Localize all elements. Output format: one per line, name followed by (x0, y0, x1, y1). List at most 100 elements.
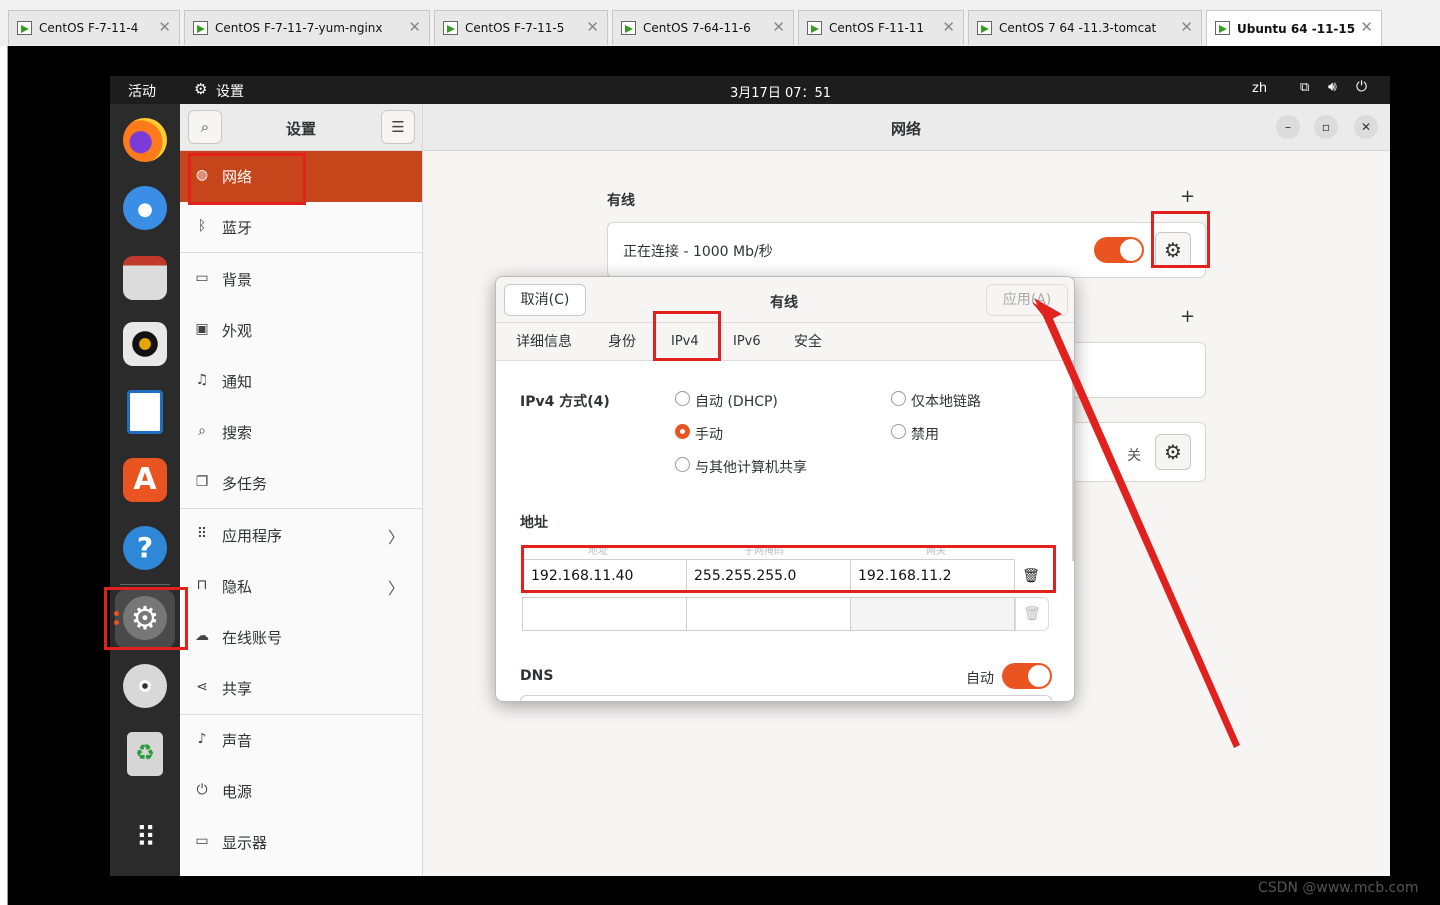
address-input-empty[interactable] (522, 597, 687, 631)
settings-sidebar: ◍ 网络 ᛒ 蓝牙 ▭ 背景 ▣ 外观 ♫ 通知 ⌕ 搜索 ❐ 多任务 ⠿ 应用程序〉 ⊓ 隐私〉… (180, 151, 423, 876)
files-icon[interactable] (123, 256, 167, 300)
trash-icon[interactable]: ♻ (127, 732, 163, 776)
chevron-right-icon: 〉 (387, 579, 404, 598)
help-icon[interactable]: ? (123, 526, 167, 570)
annotation-box (188, 153, 306, 205)
radio-link-local-label: 仅本地链路 (911, 394, 981, 410)
sidebar-item-displays[interactable]: ▭ 显示器 (180, 817, 422, 868)
gateway-input-empty[interactable] (850, 597, 1015, 631)
rhythmbox-icon[interactable] (123, 322, 167, 366)
vm-icon (1215, 21, 1230, 35)
page-title: 网络 (891, 120, 922, 138)
vm-tab[interactable]: CentOS 7-64-11-6 ✕ (612, 10, 794, 45)
radio-manual[interactable] (675, 424, 690, 439)
sidebar-item-multitasking[interactable]: ❐ 多任务 (180, 458, 422, 509)
radio-disabled[interactable] (891, 424, 906, 439)
tab-ipv6[interactable]: IPv6 (733, 323, 761, 361)
sidebar-item-applications[interactable]: ⠿ 应用程序〉 (180, 510, 422, 561)
close-icon[interactable]: ✕ (586, 18, 599, 36)
share-icon: ⋖ (196, 679, 208, 695)
tab-security[interactable]: 安全 (794, 323, 822, 361)
sidebar-item-notifications[interactable]: ♫ 通知 (180, 356, 422, 407)
clock[interactable]: 3月17日 07：51 (730, 82, 831, 101)
sidebar-title: 设置 (286, 120, 317, 138)
network-icon[interactable]: ⧉ (1300, 80, 1309, 95)
dock: A ? ⚙ ♻ ⠿ (110, 104, 180, 876)
sidebar-item-background[interactable]: ▭ 背景 (180, 254, 422, 305)
vm-tab[interactable]: CentOS F-11-11 ✕ (798, 10, 964, 45)
writer-icon[interactable] (127, 390, 163, 434)
sidebar-item-privacy[interactable]: ⊓ 隐私〉 (180, 561, 422, 612)
close-icon[interactable]: ✕ (408, 18, 421, 36)
close-icon[interactable]: ✕ (158, 18, 171, 36)
vm-tab[interactable]: CentOS F-7-11-7-yum-nginx ✕ (184, 10, 430, 45)
close-icon[interactable]: ✕ (772, 18, 785, 36)
sidebar-item-sound[interactable]: ♪ 声音 (180, 715, 422, 766)
power-icon[interactable]: ⏻ (1356, 79, 1367, 95)
search-button[interactable]: ⌕ (188, 110, 222, 144)
radio-link-local[interactable] (891, 391, 906, 406)
chevron-right-icon: 〉 (387, 528, 404, 547)
close-button[interactable]: ✕ (1354, 115, 1378, 139)
menu-button[interactable]: ☰ (381, 110, 415, 144)
dvd-icon[interactable] (123, 664, 167, 708)
close-icon[interactable]: ✕ (1180, 18, 1193, 36)
sidebar-item-online-accounts[interactable]: ☁ 在线账号 (180, 612, 422, 663)
maximize-button[interactable]: ▫ (1314, 115, 1338, 139)
address-heading: 地址 (520, 515, 548, 531)
app-grid-icon[interactable]: ⠿ (123, 816, 167, 860)
vm-tab[interactable]: CentOS 7 64 -11.3-tomcat ✕ (968, 10, 1202, 45)
appearance-icon: ▣ (195, 321, 209, 337)
lock-icon: ⊓ (196, 577, 208, 593)
minimize-button[interactable]: – (1276, 115, 1300, 139)
dns-field[interactable] (520, 695, 1052, 701)
cancel-button[interactable]: 取消(C) (504, 284, 586, 316)
add-wired-button[interactable]: + (1180, 186, 1195, 207)
search-icon: ⌕ (198, 423, 206, 439)
sidebar-item-bluetooth[interactable]: ᛒ 蓝牙 (180, 202, 422, 253)
dns-auto-label: 自动 (966, 671, 994, 687)
annotation-box (1151, 211, 1210, 268)
wired-toggle[interactable] (1094, 237, 1144, 263)
vm-tab-strip: CentOS F-7-11-4 ✕ CentOS F-7-11-7-yum-ngi… (0, 0, 1440, 46)
radio-shared[interactable] (675, 457, 690, 472)
vm-tab-active[interactable]: Ubuntu 64 -11-15 ✕ (1206, 10, 1382, 46)
hamburger-icon: ☰ (391, 118, 405, 136)
sidebar-item-search[interactable]: ⌕ 搜索 (180, 407, 422, 458)
volume-icon[interactable]: 🔊︎ (1328, 79, 1337, 95)
radio-disabled-label: 禁用 (911, 427, 939, 443)
radio-dhcp[interactable] (675, 391, 690, 406)
dialog-title: 有线 (770, 295, 798, 311)
display-icon: ▭ (195, 833, 209, 849)
dns-label: DNS (520, 668, 554, 684)
cloud-icon: ☁ (195, 628, 209, 644)
tab-details[interactable]: 详细信息 (516, 323, 572, 361)
close-icon[interactable]: ✕ (1360, 18, 1373, 36)
tab-identity[interactable]: 身份 (608, 323, 636, 361)
radio-dhcp-label: 自动 (DHCP) (695, 394, 778, 410)
close-icon[interactable]: ✕ (942, 18, 955, 36)
power-icon: ⏻ (196, 782, 208, 798)
watermark: CSDN @www.mcb.com (1258, 880, 1419, 896)
firefox-icon[interactable] (123, 118, 167, 162)
annotation-box (521, 545, 1056, 593)
sidebar-item-appearance[interactable]: ▣ 外观 (180, 305, 422, 356)
vm-icon (443, 21, 458, 35)
app-center-icon[interactable]: A (123, 458, 167, 502)
activities-button[interactable]: 活动 (128, 81, 156, 101)
app-menu[interactable]: 设置 (216, 81, 244, 101)
search-icon: ⌕ (200, 118, 210, 136)
annotation-arrow (1032, 298, 1240, 748)
input-method[interactable]: zh (1252, 81, 1267, 96)
netmask-input-empty[interactable] (686, 597, 851, 631)
annotation-box (653, 311, 721, 361)
sidebar-item-power[interactable]: ⏻ 电源 (180, 766, 422, 817)
thunderbird-icon[interactable] (123, 186, 167, 230)
vm-tab[interactable]: CentOS F-7-11-5 ✕ (434, 10, 608, 45)
vm-icon (977, 21, 992, 35)
divider (180, 508, 422, 509)
vm-tab[interactable]: CentOS F-7-11-4 ✕ (8, 10, 180, 45)
sidebar-item-sharing[interactable]: ⋖ 共享 (180, 663, 422, 714)
gear-icon: ⚙ (194, 80, 208, 98)
vm-icon (193, 21, 208, 35)
